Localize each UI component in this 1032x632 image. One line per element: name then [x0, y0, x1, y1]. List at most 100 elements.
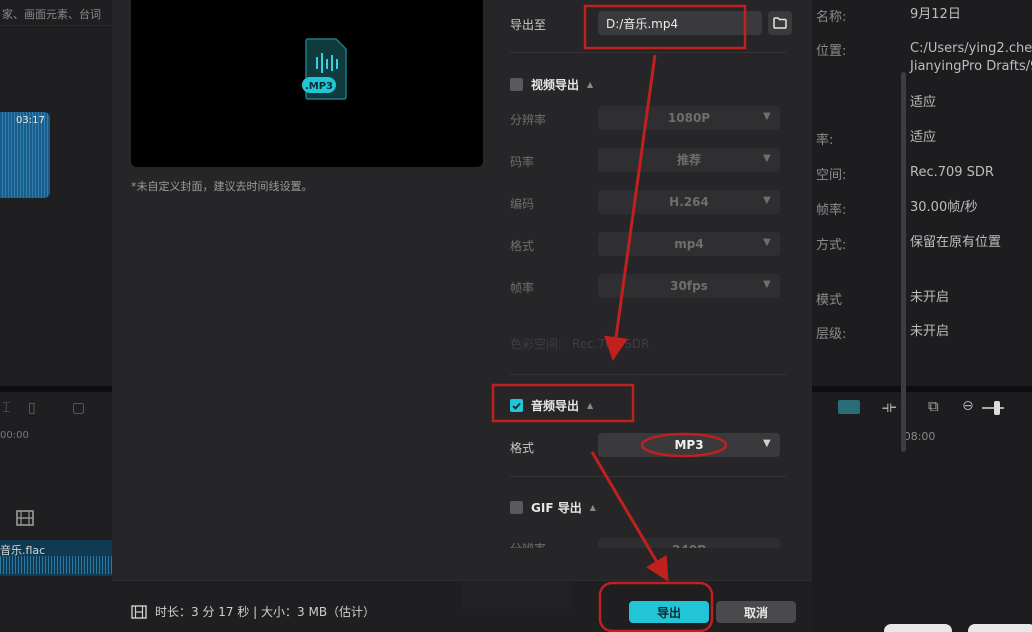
resolution-value: 1080P	[667, 111, 711, 125]
audio-format-value: MP3	[674, 438, 704, 452]
property-key: 空间:	[816, 168, 847, 183]
chevron-down-icon: ▼	[763, 237, 771, 248]
timeline-ruler-left: 00:00	[0, 430, 29, 441]
breadcrumb: 家、画面元素、台词	[0, 4, 112, 26]
property-key: 方式:	[816, 238, 847, 253]
bitrate-value: 推荐	[676, 153, 701, 167]
audio-export-title: 音频导出	[531, 399, 580, 413]
audio-format-label: 格式	[510, 441, 535, 455]
property-value: C:/Users/ying2.chen/ JianyingPro Drafts/…	[910, 41, 1032, 74]
section-divider	[510, 374, 786, 375]
chevron-down-icon: ▼	[763, 279, 771, 290]
property-value: 适应	[910, 95, 937, 110]
gif-export-checkbox[interactable]	[510, 501, 523, 514]
video-export-header[interactable]: 视频导出 ▲	[510, 76, 593, 93]
crop-tool-icon[interactable]: ▢	[72, 400, 85, 416]
resolution-select[interactable]: 1080P ▼	[598, 106, 780, 130]
cover-note: *未自定义封面，建议去时间线设置。	[131, 180, 313, 193]
resolution-label: 分辨率	[510, 113, 547, 127]
dialog-footer: 时长：3 分 17 秒 | 大小：3 MB（估计） 导出 取消	[112, 580, 812, 632]
clip-duration: 03:17	[16, 115, 45, 126]
property-key: 模式	[816, 293, 843, 308]
color-space-label: 色彩空间: Rec.709 SDR	[510, 335, 649, 352]
export-settings-panel: 导出至 视频导出 ▲ 分辨率 1080P ▼ 码率 推荐 ▼ 编码 H.264	[498, 0, 906, 580]
audio-export-header[interactable]: 音频导出 ▲	[510, 397, 593, 414]
codec-value: H.264	[669, 195, 709, 209]
collapse-caret-icon[interactable]: ▲	[590, 503, 596, 512]
property-value: 30.00帧/秒	[910, 200, 978, 215]
video-export-checkbox[interactable]	[510, 78, 523, 91]
delete-tool-icon[interactable]: ▯	[28, 400, 36, 416]
link-icon[interactable]	[838, 400, 860, 414]
export-dialog: .MP3 *未自定义封面，建议去时间线设置。 导出至 视频导出 ▲ 分辨率 10…	[112, 0, 906, 632]
property-key: 名称:	[816, 10, 847, 25]
framerate-label: 帧率	[510, 281, 535, 295]
property-key: 位置:	[816, 44, 847, 59]
cover-preview: .MP3	[131, 0, 483, 167]
gif-export-header[interactable]: GIF 导出 ▲	[510, 499, 596, 516]
chevron-down-icon: ▼	[763, 111, 771, 122]
audio-format-select[interactable]: MP3 ▼	[598, 433, 780, 457]
duration-size-text: 时长：3 分 17 秒 | 大小：3 MB（估计）	[155, 605, 376, 619]
audio-track-clip[interactable]: 音乐.flac	[0, 540, 112, 576]
color-space-label-text: 色彩空间:	[510, 337, 563, 351]
chevron-down-icon: ▼	[763, 153, 771, 164]
chevron-down-icon: ▼	[763, 195, 771, 206]
export-path-field[interactable]	[598, 11, 762, 35]
chevron-down-icon: ▼	[763, 438, 771, 449]
export-path-input[interactable]	[598, 11, 762, 35]
footer-placeholder	[462, 581, 572, 609]
audio-waveform	[0, 556, 112, 574]
split-center-icon[interactable]: ⟛	[882, 397, 897, 417]
browse-folder-button[interactable]	[768, 11, 792, 35]
property-key: 率:	[816, 133, 834, 148]
export-button[interactable]: 导出	[629, 601, 709, 623]
video-export-title: 视频导出	[531, 78, 580, 92]
section-divider	[510, 52, 786, 53]
gif-resolution-row-clipped: 分辨率 240P	[510, 538, 786, 548]
video-format-select[interactable]: mp4 ▼	[598, 232, 780, 256]
property-key: 层级:	[816, 327, 847, 342]
settings-scrollbar[interactable]	[901, 72, 906, 452]
section-divider	[510, 476, 786, 477]
panel-divider	[812, 386, 1032, 392]
background-editor-left: 家、画面元素、台词 03:17 ⌶ ▯ ▢ 00:00 音乐.flac	[0, 0, 112, 632]
film-icon	[131, 604, 147, 619]
zoom-slider-handle[interactable]	[994, 401, 1000, 415]
zoom-slider[interactable]	[982, 407, 1004, 409]
zoom-out-icon[interactable]: ⊖	[962, 398, 974, 414]
gif-resolution-label: 分辨率	[510, 540, 546, 548]
timeline-tools-right: ⟛ ⧉ ⊖	[812, 396, 1032, 422]
framerate-select[interactable]: 30fps ▼	[598, 274, 780, 298]
video-format-label: 格式	[510, 239, 535, 253]
property-value: 9月12日	[910, 7, 961, 22]
collapse-caret-icon[interactable]: ▲	[587, 80, 593, 89]
bitrate-select[interactable]: 推荐 ▼	[598, 148, 780, 172]
export-to-label: 导出至	[510, 18, 547, 32]
background-properties-panel: 名称: 9月12日 位置: C:/Users/ying2.chen/ Jiany…	[812, 0, 1032, 632]
codec-label: 编码	[510, 197, 535, 211]
audio-export-checkbox[interactable]	[510, 399, 523, 412]
panel-divider	[0, 386, 112, 392]
property-value: 未开启	[910, 324, 950, 339]
property-value: 未开启	[910, 290, 950, 305]
preview-screen-icon[interactable]: ⧉	[928, 397, 939, 415]
split-tool-icon[interactable]: ⌶	[2, 400, 10, 416]
gif-export-title: GIF 导出	[531, 501, 582, 515]
property-key: 帧率:	[816, 203, 847, 218]
export-info: 时长：3 分 17 秒 | 大小：3 MB（估计）	[131, 603, 375, 620]
bitrate-label: 码率	[510, 155, 535, 169]
collapse-caret-icon[interactable]: ▲	[587, 401, 593, 410]
gif-resolution-select[interactable]: 240P	[598, 538, 780, 548]
color-space-value: Rec.709 SDR	[571, 337, 650, 351]
cancel-button[interactable]: 取消	[716, 601, 796, 623]
folder-icon	[773, 17, 787, 29]
bottom-pill-button[interactable]	[968, 624, 1032, 632]
mp3-badge-label: .MP3	[304, 81, 334, 92]
framerate-value: 30fps	[670, 279, 708, 293]
bottom-pill-button[interactable]	[884, 624, 952, 632]
property-value: 适应	[910, 130, 937, 145]
codec-select[interactable]: H.264 ▼	[598, 190, 780, 214]
property-value: 保留在原有位置	[910, 235, 1002, 250]
video-format-value: mp4	[674, 237, 704, 251]
